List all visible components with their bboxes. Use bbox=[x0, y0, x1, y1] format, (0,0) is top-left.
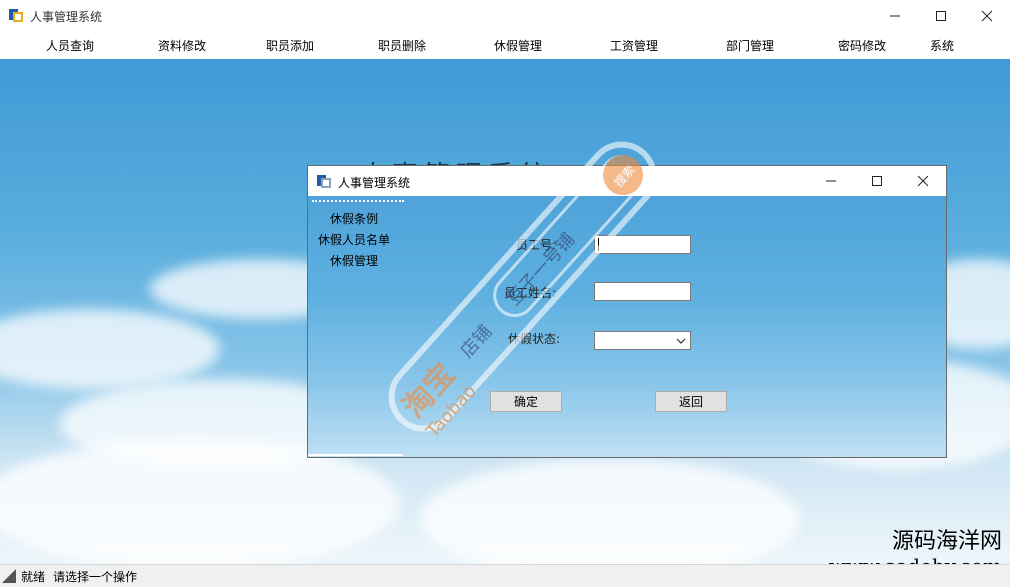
minimize-icon bbox=[890, 15, 900, 16]
menu-staff-add[interactable]: 职员添加 bbox=[266, 37, 314, 54]
leave-management-window: 人事管理系统 休假条例 休假人员名单 休假管理 员工号: 员工姓名: 休假状态:… bbox=[307, 165, 947, 458]
status-hint: 请选择一个操作 bbox=[53, 570, 138, 584]
maximize-icon bbox=[936, 10, 946, 21]
child-minimize-button[interactable] bbox=[808, 166, 854, 196]
menu-leave-management[interactable]: 休假管理 bbox=[494, 37, 542, 54]
back-button[interactable]: 返回 bbox=[655, 391, 727, 412]
menu-profile-edit[interactable]: 资料修改 bbox=[158, 37, 206, 54]
menu-bar: 人员查询 资料修改 职员添加 职员删除 休假管理 工资管理 部门管理 密码修改 … bbox=[0, 31, 1010, 59]
ok-button[interactable]: 确定 bbox=[490, 391, 562, 412]
resize-grip-icon[interactable] bbox=[2, 569, 16, 583]
employee-name-input[interactable] bbox=[594, 282, 691, 301]
employee-id-label: 员工号: bbox=[516, 238, 557, 252]
child-window-title: 人事管理系统 bbox=[338, 176, 411, 190]
child-maximize-button[interactable] bbox=[854, 166, 900, 196]
nav-leave-management[interactable]: 休假管理 bbox=[330, 252, 378, 269]
nav-divider bbox=[312, 200, 404, 202]
child-title-bar: 人事管理系统 bbox=[308, 166, 946, 196]
menu-department-management[interactable]: 部门管理 bbox=[726, 37, 774, 54]
nav-leave-staff-list[interactable]: 休假人员名单 bbox=[318, 231, 390, 248]
leave-status-select[interactable] bbox=[594, 331, 691, 350]
minimize-icon bbox=[826, 180, 836, 182]
child-close-button[interactable] bbox=[900, 166, 946, 196]
text-caret bbox=[598, 238, 599, 251]
menu-password-change[interactable]: 密码修改 bbox=[838, 37, 886, 54]
app-icon bbox=[317, 175, 331, 188]
chevron-down-icon bbox=[676, 338, 686, 344]
nav-leave-rules[interactable]: 休假条例 bbox=[330, 210, 378, 227]
close-icon bbox=[981, 10, 993, 21]
main-title-bar: 人事管理系统 bbox=[0, 0, 1010, 31]
window-title: 人事管理系统 bbox=[30, 10, 103, 24]
maximize-button[interactable] bbox=[918, 0, 964, 31]
close-icon bbox=[917, 175, 929, 187]
menu-staff-delete[interactable]: 职员删除 bbox=[378, 37, 426, 54]
employee-id-input[interactable] bbox=[594, 235, 691, 254]
menu-personnel-query[interactable]: 人员查询 bbox=[46, 37, 94, 54]
brand-name: 源码海洋网 bbox=[891, 529, 1002, 554]
close-button[interactable] bbox=[964, 0, 1010, 31]
menu-salary-management[interactable]: 工资管理 bbox=[610, 37, 658, 54]
cloud bbox=[0, 309, 220, 389]
app-icon bbox=[9, 9, 23, 22]
leave-status-label: 休假状态: bbox=[508, 332, 561, 346]
employee-name-label: 员工姓名: bbox=[504, 286, 557, 300]
cloud bbox=[420, 459, 800, 564]
maximize-icon bbox=[872, 176, 882, 186]
status-bar: 就绪 请选择一个操作 bbox=[0, 564, 1010, 587]
status-ready: 就绪 bbox=[21, 570, 46, 584]
nav-bottom-divider bbox=[308, 454, 403, 456]
minimize-button[interactable] bbox=[872, 0, 918, 31]
menu-system[interactable]: 系统 bbox=[930, 37, 954, 54]
